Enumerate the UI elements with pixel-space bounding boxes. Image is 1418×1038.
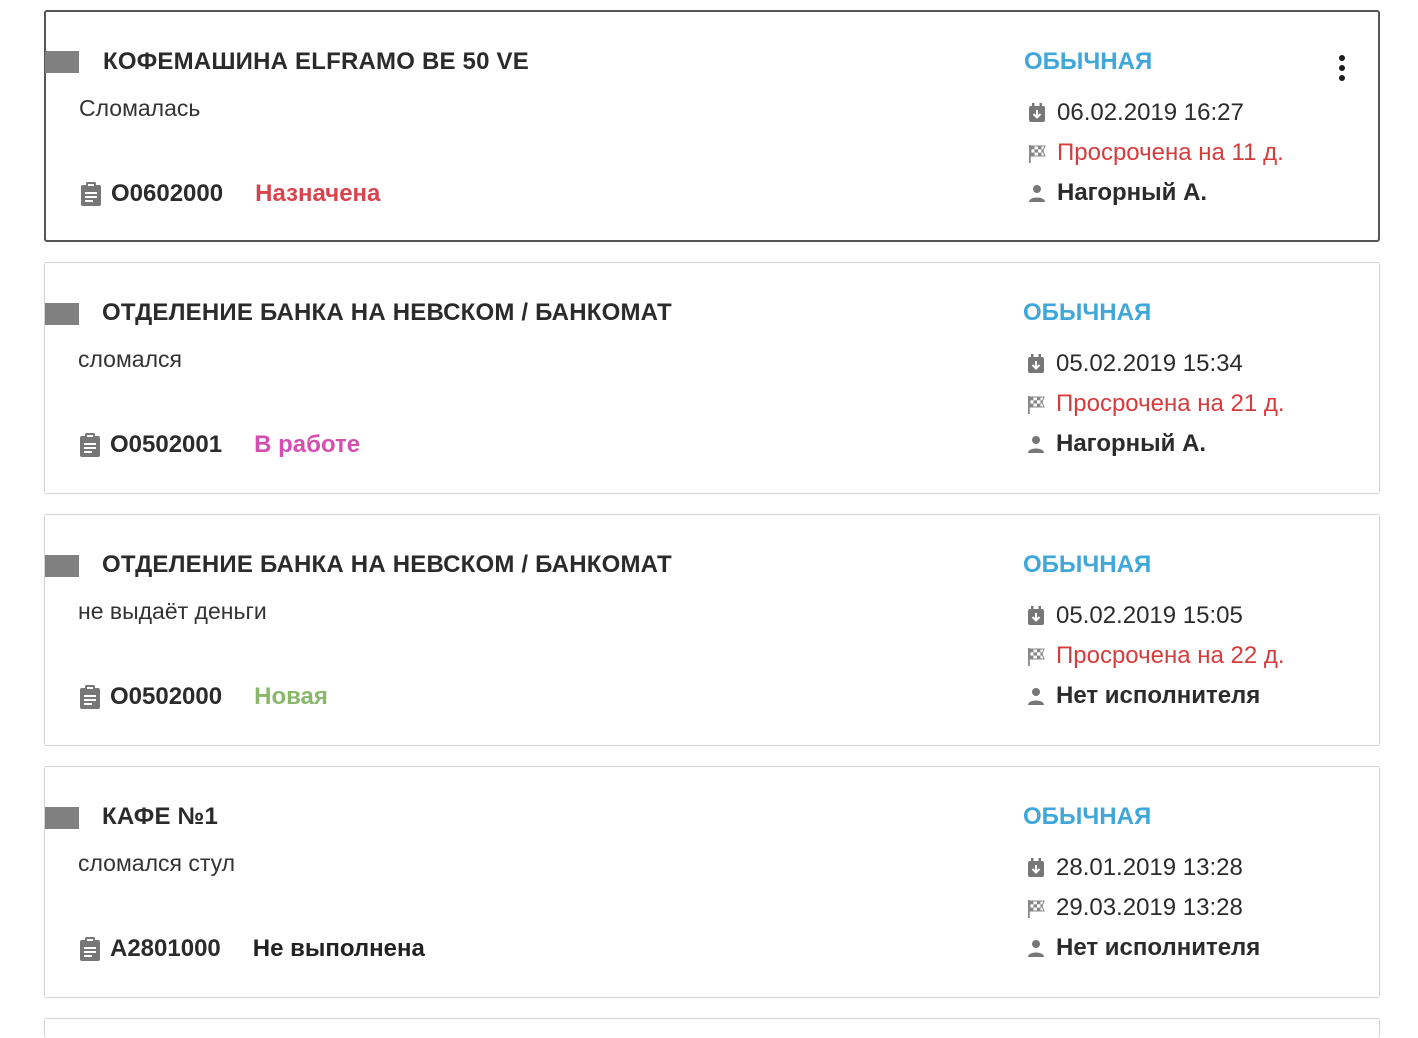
ticket-number: А2801000 xyxy=(110,935,221,962)
priority-label: ОБЫЧНАЯ xyxy=(1023,299,1152,326)
calendar-icon xyxy=(1028,858,1044,877)
assignee-row: Нагорный А. xyxy=(1026,178,1207,208)
person-icon xyxy=(1029,185,1045,202)
checkered-flag-icon xyxy=(1029,145,1046,163)
more-menu-button[interactable] xyxy=(1330,52,1354,84)
ticket-title[interactable]: КАФЕ №1 xyxy=(102,803,218,831)
calendar-icon xyxy=(1028,354,1044,373)
checkered-flag-icon xyxy=(1028,900,1045,918)
ticket-id-row: О0502001 В работе xyxy=(78,430,360,460)
ticket-description: не выдаёт деньги xyxy=(78,598,267,624)
calendar-icon xyxy=(1029,103,1045,122)
ticket-description: сломался xyxy=(78,346,182,372)
calendar-icon xyxy=(1028,606,1044,625)
deadline-row: Просрочена на 22 д. xyxy=(1025,641,1285,671)
more-vertical-icon xyxy=(1339,55,1345,61)
checkered-flag-icon xyxy=(1028,648,1045,666)
ticket-number: О0602000 xyxy=(111,180,224,207)
status-badge: Не выполнена xyxy=(252,935,425,962)
deadline-text: Просрочена на 22 д. xyxy=(1056,642,1285,669)
deadline-row: Просрочена на 21 д. xyxy=(1025,389,1285,419)
ticket-card[interactable] xyxy=(44,1018,1380,1038)
created-date: 05.02.2019 15:34 xyxy=(1056,350,1243,377)
ticket-title[interactable]: ОТДЕЛЕНИЕ БАНКА НА НЕВСКОМ / БАНКОМАТ xyxy=(102,551,672,579)
deadline-row: Просрочена на 11 д. xyxy=(1026,138,1284,168)
created-date: 06.02.2019 16:27 xyxy=(1057,99,1244,126)
category-marker xyxy=(45,555,79,577)
person-icon xyxy=(1028,688,1044,705)
category-marker xyxy=(45,807,79,829)
ticket-title[interactable]: КОФЕМАШИНА ELFRAMO BE 50 VE xyxy=(103,48,529,76)
deadline-text: Просрочена на 11 д. xyxy=(1057,139,1284,166)
person-icon xyxy=(1028,940,1044,957)
status-badge: В работе xyxy=(254,431,361,458)
assignee-name: Нагорный А. xyxy=(1057,179,1208,206)
created-date-row: 05.02.2019 15:05 xyxy=(1025,601,1243,631)
assignee-name: Нагорный А. xyxy=(1056,430,1207,457)
created-date-row: 05.02.2019 15:34 xyxy=(1025,349,1243,379)
ticket-description: Сломалась xyxy=(79,95,201,121)
created-date-row: 28.01.2019 13:28 xyxy=(1025,853,1243,883)
clipboard-icon xyxy=(80,433,100,457)
clipboard-icon xyxy=(80,937,100,961)
ticket-card[interactable]: КОФЕМАШИНА ELFRAMO BE 50 VE Сломалась О0… xyxy=(44,10,1380,242)
deadline-text: 29.03.2019 13:28 xyxy=(1056,894,1243,921)
deadline-text: Просрочена на 21 д. xyxy=(1056,390,1285,417)
ticket-id-row: А2801000 Не выполнена xyxy=(78,934,425,964)
assignee-name: Нет исполнителя xyxy=(1056,934,1261,961)
priority-label: ОБЫЧНАЯ xyxy=(1024,48,1153,75)
checkered-flag-icon xyxy=(1028,396,1045,414)
ticket-card[interactable]: ОТДЕЛЕНИЕ БАНКА НА НЕВСКОМ / БАНКОМАТ сл… xyxy=(44,262,1380,494)
assignee-row: Нет исполнителя xyxy=(1025,933,1260,963)
deadline-row: 29.03.2019 13:28 xyxy=(1025,893,1243,923)
status-badge: Назначена xyxy=(255,180,381,207)
ticket-number: О0502000 xyxy=(110,683,223,710)
assignee-name: Нет исполнителя xyxy=(1056,682,1261,709)
ticket-title[interactable]: ОТДЕЛЕНИЕ БАНКА НА НЕВСКОМ / БАНКОМАТ xyxy=(102,299,672,327)
clipboard-icon xyxy=(80,685,100,709)
category-marker xyxy=(45,303,79,325)
priority-label: ОБЫЧНАЯ xyxy=(1023,551,1152,578)
ticket-number: О0502001 xyxy=(110,431,223,458)
assignee-row: Нет исполнителя xyxy=(1025,681,1260,711)
ticket-id-row: О0502000 Новая xyxy=(78,682,328,712)
ticket-card[interactable]: КАФЕ №1 сломался стул А2801000 Не выполн… xyxy=(44,766,1380,998)
priority-label: ОБЫЧНАЯ xyxy=(1023,803,1152,830)
created-date: 05.02.2019 15:05 xyxy=(1056,602,1243,629)
ticket-description: сломался стул xyxy=(78,850,236,876)
created-date: 28.01.2019 13:28 xyxy=(1056,854,1243,881)
category-marker xyxy=(45,51,79,73)
person-icon xyxy=(1028,436,1044,453)
status-badge: Новая xyxy=(254,683,328,710)
clipboard-icon xyxy=(81,182,101,206)
ticket-card[interactable]: ОТДЕЛЕНИЕ БАНКА НА НЕВСКОМ / БАНКОМАТ не… xyxy=(44,514,1380,746)
ticket-id-row: О0602000 Назначена xyxy=(79,179,380,209)
assignee-row: Нагорный А. xyxy=(1025,429,1206,459)
created-date-row: 06.02.2019 16:27 xyxy=(1026,98,1244,128)
